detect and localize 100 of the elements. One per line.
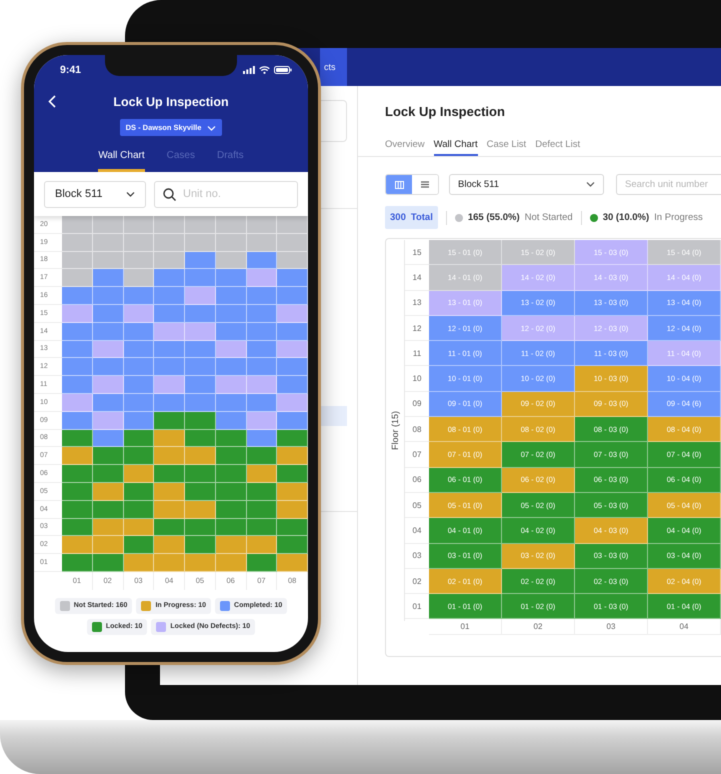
unit-cell[interactable]: [277, 340, 308, 358]
tab[interactable]: Cases: [166, 144, 195, 172]
unit-cell[interactable]: [124, 500, 154, 519]
unit-cell[interactable]: [185, 234, 216, 252]
unit-cell[interactable]: [246, 394, 278, 412]
tab[interactable]: Case List: [486, 138, 526, 156]
unit-cell[interactable]: [154, 465, 185, 483]
unit-cell[interactable]: [216, 269, 246, 288]
unit-cell[interactable]: [62, 482, 93, 501]
unit-cell[interactable]: [92, 447, 124, 466]
unit-cell[interactable]: [185, 394, 216, 412]
unit-cell[interactable]: [185, 340, 216, 358]
unit-cell[interactable]: [92, 412, 124, 430]
unit-cell[interactable]: [124, 234, 154, 252]
unit-cell[interactable]: [216, 554, 246, 572]
unit-cell[interactable]: [246, 234, 278, 252]
unit-cell[interactable]: [216, 322, 246, 341]
unit-cell[interactable]: [124, 269, 154, 288]
unit-cell[interactable]: [185, 430, 216, 448]
unit-cell[interactable]: [62, 287, 93, 305]
block-select[interactable]: Block 511: [449, 174, 604, 195]
unit-cell[interactable]: [216, 358, 246, 376]
unit-cell[interactable]: [246, 216, 278, 234]
unit-cell[interactable]: [216, 234, 246, 252]
unit-cell[interactable]: [216, 465, 246, 483]
unit-cell[interactable]: [62, 500, 93, 519]
unit-cell[interactable]: [92, 554, 124, 572]
unit-cell[interactable]: [124, 465, 154, 483]
unit-cell[interactable]: [62, 252, 93, 270]
unit-cell[interactable]: [246, 518, 278, 536]
unit-cell[interactable]: [216, 252, 246, 270]
unit-cell[interactable]: [246, 252, 278, 270]
unit-cell[interactable]: [246, 554, 278, 572]
unit-cell[interactable]: [92, 376, 124, 394]
unit-cell[interactable]: [124, 358, 154, 376]
tab[interactable]: Overview: [385, 138, 425, 156]
unit-cell[interactable]: [246, 465, 278, 483]
unit-cell[interactable]: [154, 304, 185, 323]
unit-cell[interactable]: [185, 447, 216, 466]
unit-cell[interactable]: [124, 394, 154, 412]
unit-cell[interactable]: [185, 518, 216, 536]
unit-cell[interactable]: [92, 216, 124, 234]
unit-cell[interactable]: [277, 322, 308, 341]
unit-cell[interactable]: [154, 447, 185, 466]
unit-cell[interactable]: [277, 518, 308, 536]
unit-cell[interactable]: [246, 376, 278, 394]
unit-cell[interactable]: [92, 358, 124, 376]
unit-cell[interactable]: [277, 412, 308, 430]
unit-cell[interactable]: [246, 447, 278, 466]
unit-cell[interactable]: [154, 482, 185, 501]
unit-cell[interactable]: [92, 340, 124, 358]
unit-cell[interactable]: [185, 216, 216, 234]
unit-cell[interactable]: [277, 430, 308, 448]
unit-cell[interactable]: [124, 252, 154, 270]
unit-cell[interactable]: [246, 430, 278, 448]
unit-cell[interactable]: [277, 465, 308, 483]
unit-cell[interactable]: [277, 234, 308, 252]
search-field[interactable]: Unit no.: [154, 180, 298, 208]
unit-cell[interactable]: [124, 322, 154, 341]
unit-cell[interactable]: [124, 554, 154, 572]
unit-cell[interactable]: [154, 536, 185, 554]
unit-cell[interactable]: [92, 536, 124, 554]
unit-cell[interactable]: [185, 536, 216, 554]
unit-cell[interactable]: [62, 340, 93, 358]
unit-cell[interactable]: [92, 304, 124, 323]
unit-cell[interactable]: [246, 358, 278, 376]
unit-cell[interactable]: [62, 269, 93, 288]
unit-cell[interactable]: [185, 269, 216, 288]
unit-cell[interactable]: [124, 518, 154, 536]
unit-cell[interactable]: [124, 536, 154, 554]
unit-cell[interactable]: [185, 376, 216, 394]
unit-cell[interactable]: [92, 430, 124, 448]
unit-cell[interactable]: [216, 412, 246, 430]
unit-cell[interactable]: [216, 518, 246, 536]
unit-cell[interactable]: [246, 269, 278, 288]
unit-cell[interactable]: [92, 269, 124, 288]
unit-cell[interactable]: [277, 394, 308, 412]
unit-cell[interactable]: [277, 554, 308, 572]
unit-cell[interactable]: [124, 340, 154, 358]
unit-cell[interactable]: [154, 216, 185, 234]
unit-cell[interactable]: [62, 322, 93, 341]
unit-cell[interactable]: [277, 216, 308, 234]
unit-cell[interactable]: [92, 482, 124, 501]
unit-cell[interactable]: [62, 234, 93, 252]
unit-cell[interactable]: [92, 518, 124, 536]
unit-cell[interactable]: [62, 518, 93, 536]
unit-cell[interactable]: [185, 287, 216, 305]
unit-cell[interactable]: [62, 376, 93, 394]
unit-cell[interactable]: [246, 500, 278, 519]
unit-cell[interactable]: [185, 412, 216, 430]
unit-cell[interactable]: [62, 412, 93, 430]
unit-cell[interactable]: [62, 304, 93, 323]
unit-cell[interactable]: [62, 465, 93, 483]
unit-cell[interactable]: [92, 394, 124, 412]
unit-cell[interactable]: [124, 287, 154, 305]
unit-cell[interactable]: [216, 447, 246, 466]
unit-cell[interactable]: [124, 304, 154, 323]
unit-cell[interactable]: [62, 536, 93, 554]
unit-cell[interactable]: [277, 536, 308, 554]
unit-cell[interactable]: [277, 287, 308, 305]
